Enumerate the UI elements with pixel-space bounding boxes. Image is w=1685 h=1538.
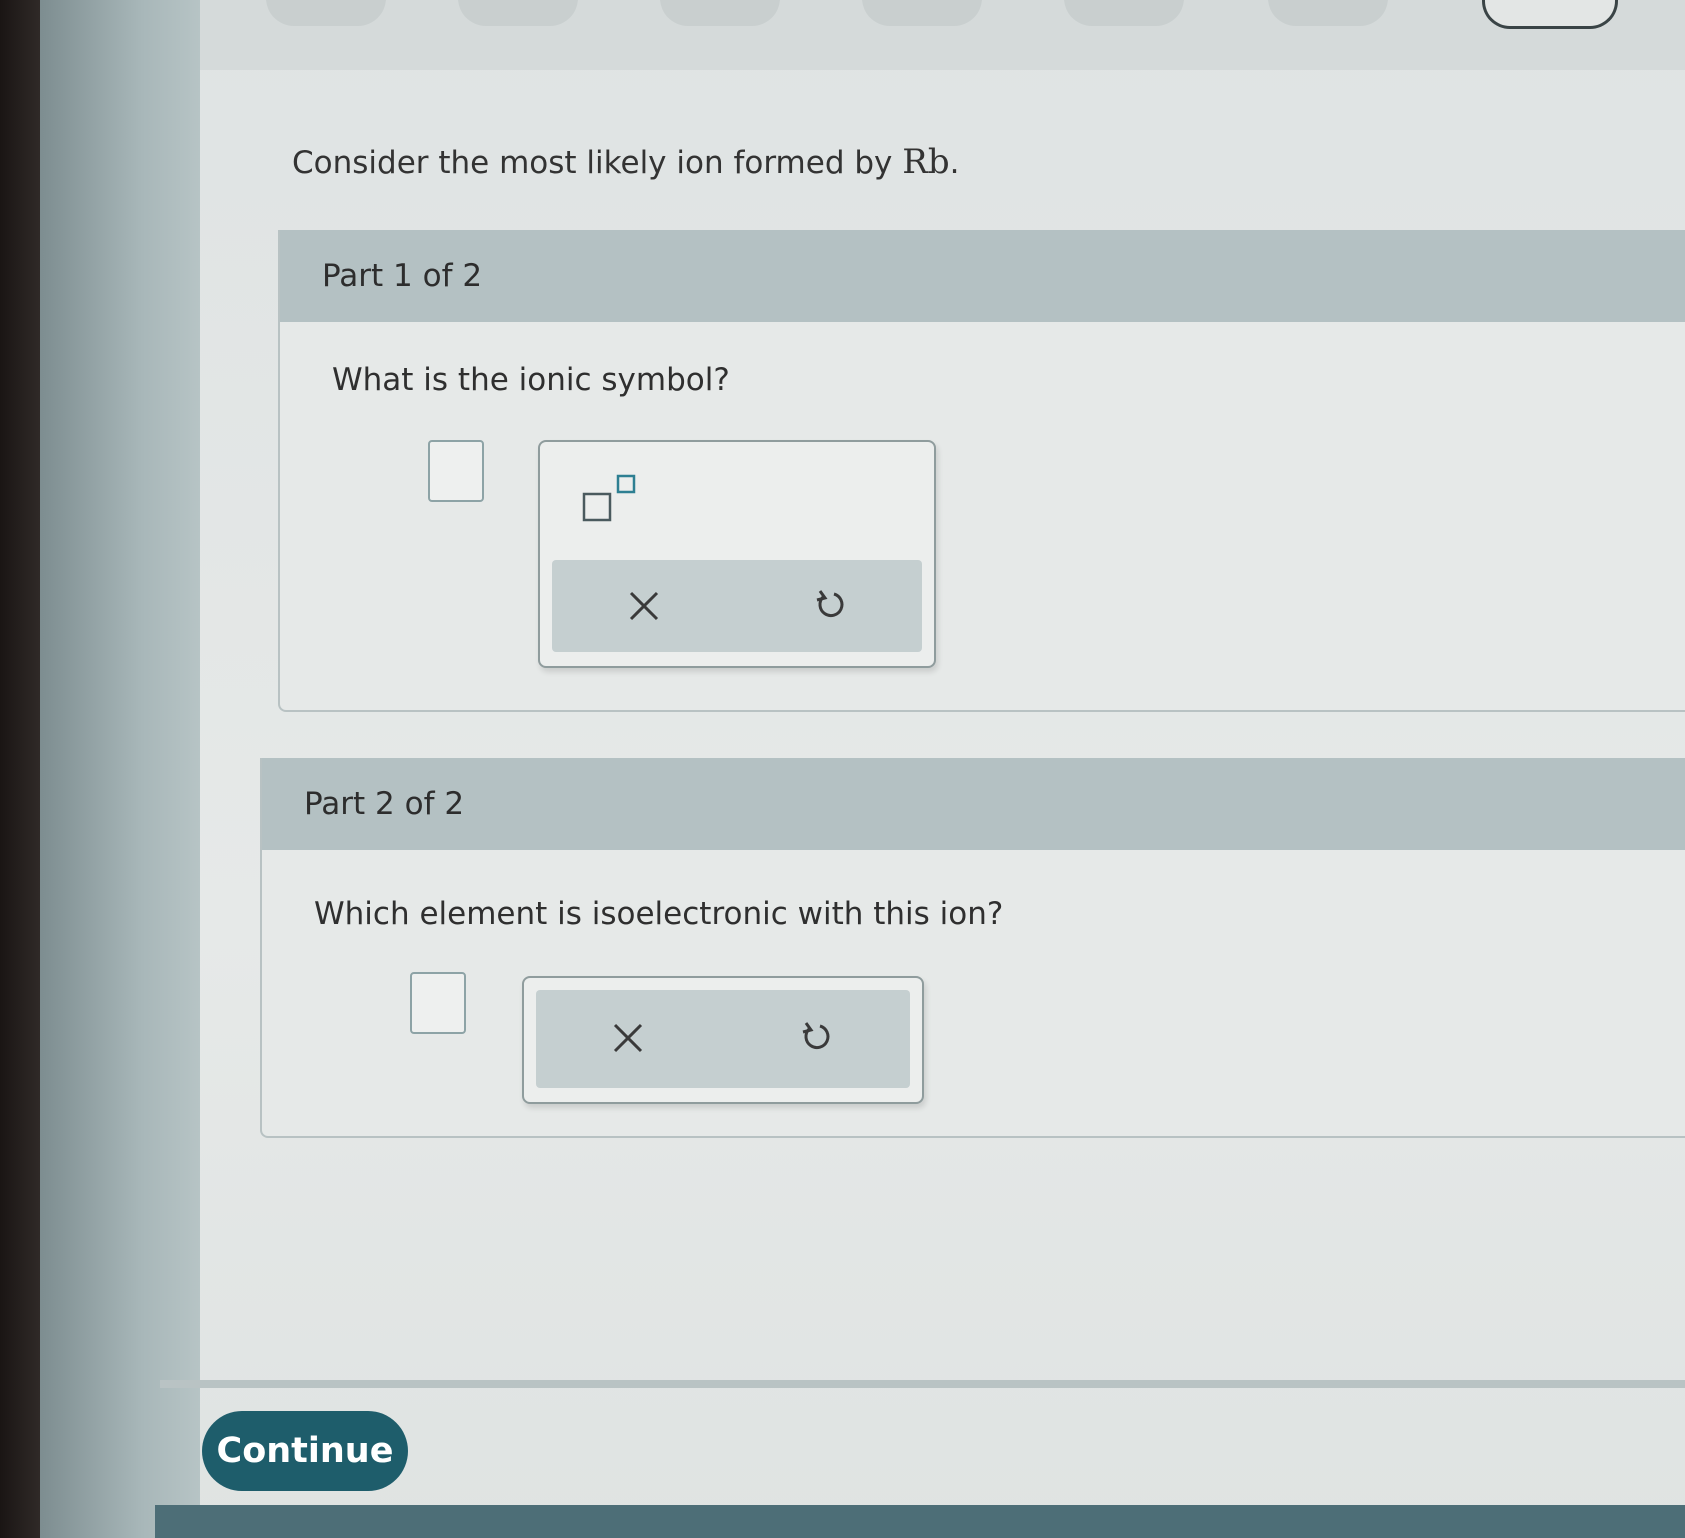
question-end: . (949, 145, 960, 181)
screen-bezel (40, 0, 210, 1538)
question-text: Consider the most likely ion formed by R… (292, 142, 959, 182)
nav-tab[interactable] (660, 0, 780, 26)
undo-icon (816, 590, 844, 618)
superscript-tool-button[interactable] (580, 472, 650, 526)
undo-icon (802, 1022, 830, 1050)
nav-tab[interactable] (862, 0, 982, 26)
nav-tab[interactable] (266, 0, 386, 26)
continue-button[interactable]: Continue (202, 1411, 408, 1491)
part-1-prompt: What is the ionic symbol? (332, 362, 730, 398)
isoelectronic-element-answer-input[interactable] (410, 972, 466, 1034)
footer-divider (160, 1380, 1685, 1388)
top-navigation-strip (200, 0, 1685, 70)
ionic-symbol-answer-input[interactable] (428, 440, 484, 502)
part-1-title: Part 1 of 2 (322, 258, 483, 294)
clear-button[interactable] (614, 576, 674, 636)
part-2-title: Part 2 of 2 (304, 786, 465, 822)
part-1-card: Part 1 of 2 What is the ionic symbol? (278, 230, 1685, 712)
part-2-card: Part 2 of 2 Which element is isoelectron… (260, 758, 1685, 1138)
bottom-bar (155, 1505, 1685, 1538)
nav-tab[interactable] (1064, 0, 1184, 26)
close-icon (629, 591, 659, 621)
undo-button[interactable] (800, 576, 860, 636)
element-symbol: Rb (902, 142, 950, 182)
part-2-prompt: Which element is isoelectronic with this… (314, 896, 1004, 932)
part-2-action-bar (536, 990, 910, 1088)
part-2-tool-panel (522, 976, 924, 1104)
nav-tab[interactable] (458, 0, 578, 26)
undo-button[interactable] (786, 1008, 846, 1068)
close-icon (613, 1023, 643, 1053)
nav-tab-active[interactable] (1482, 0, 1618, 29)
superscript-icon (582, 474, 636, 522)
part-1-action-bar (552, 560, 922, 652)
part-1-header: Part 1 of 2 (280, 230, 1685, 322)
part-1-tool-panel (538, 440, 936, 668)
nav-tab[interactable] (1268, 0, 1388, 26)
clear-button[interactable] (598, 1008, 658, 1068)
part-2-header: Part 2 of 2 (262, 758, 1685, 850)
question-prefix: Consider the most likely ion formed by (292, 145, 903, 181)
